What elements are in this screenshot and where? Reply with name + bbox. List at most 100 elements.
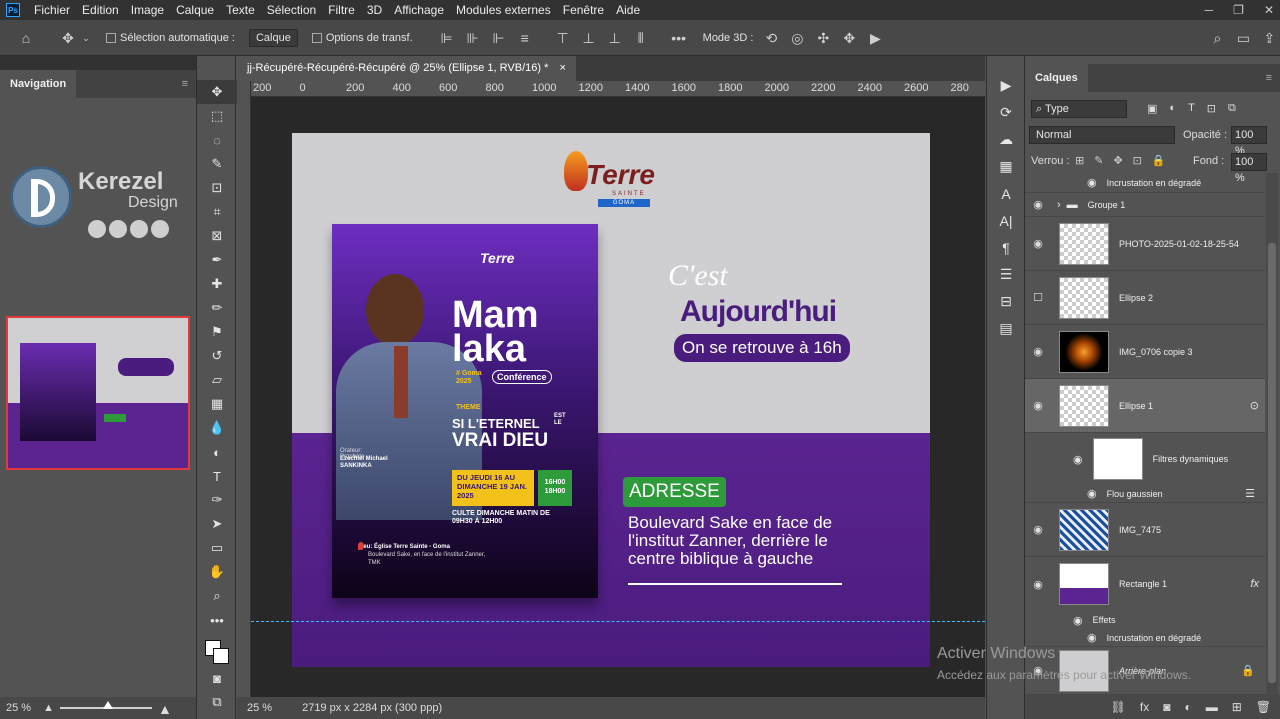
filter-smart-icon[interactable]: ⧉: [1228, 102, 1236, 115]
lasso-tool[interactable]: ◌: [197, 128, 237, 152]
delete-layer-icon[interactable]: 🗑: [1256, 700, 1271, 714]
toolbar-collapse[interactable]: [197, 56, 235, 80]
close-tab-icon[interactable]: ×: [559, 62, 565, 74]
layer-effects[interactable]: ◉ Effets: [1025, 611, 1265, 629]
menu-edition[interactable]: Edition: [76, 0, 125, 20]
blur-tool[interactable]: 💧: [197, 416, 237, 440]
move-tool-icon[interactable]: ✥: [60, 30, 76, 46]
menu-calque[interactable]: Calque: [170, 0, 220, 20]
menu-modules[interactable]: Modules externes: [450, 0, 557, 20]
share-icon[interactable]: ⇪: [1261, 30, 1277, 46]
swatches-icon[interactable]: ▦: [987, 153, 1025, 180]
guide-line[interactable]: [251, 621, 985, 622]
effect-eye-icon[interactable]: ◉: [1087, 176, 1097, 189]
stamp-tool[interactable]: ⚑: [197, 320, 237, 344]
workspace-icon[interactable]: ▭: [1235, 30, 1251, 46]
adjustment-layer-icon[interactable]: ◐: [1184, 700, 1191, 714]
minimize-icon[interactable]: ─: [1205, 0, 1214, 20]
filter-shape-icon[interactable]: ⊡: [1207, 102, 1216, 115]
layer-effect-gradient[interactable]: ◉ Incrustation en dégradé: [1025, 629, 1265, 647]
lock-position-icon[interactable]: ✥: [1113, 154, 1122, 167]
layers-scroll-thumb[interactable]: [1268, 243, 1276, 683]
more-tools-icon[interactable]: •••: [197, 608, 237, 632]
layer-filter-dropdown[interactable]: ⌕ Type: [1031, 100, 1127, 118]
filter-pixel-icon[interactable]: ▣: [1147, 102, 1157, 115]
layer-effect-gradient-top[interactable]: ◉ Incrustation en dégradé: [1025, 173, 1265, 193]
layer-gaussian-blur[interactable]: ◉ Flou gaussien ☰: [1025, 485, 1265, 503]
menu-selection[interactable]: Sélection: [261, 0, 322, 20]
transform-checkbox[interactable]: [311, 32, 322, 43]
marquee-tool[interactable]: ⬚: [197, 104, 237, 128]
3d-slide-icon[interactable]: ✥: [841, 30, 857, 46]
zoom-out-icon[interactable]: ▲: [43, 702, 54, 714]
path-select-tool[interactable]: ➤: [197, 512, 237, 536]
menu-texte[interactable]: Texte: [220, 0, 261, 20]
layers-tab[interactable]: Calques: [1025, 64, 1088, 92]
visibility-eye-icon[interactable]: ◉: [1025, 345, 1051, 358]
history-brush-tool[interactable]: ↺: [197, 344, 237, 368]
properties-icon[interactable]: ⊟: [987, 288, 1025, 315]
expand-chevron-icon[interactable]: ›: [1057, 199, 1061, 211]
visibility-eye-icon[interactable]: ◉: [1025, 198, 1051, 211]
align-left-icon[interactable]: ⊫: [439, 30, 455, 46]
align-middle-icon[interactable]: ≡: [517, 30, 533, 46]
layer-group-1[interactable]: ◉ › ▬ Groupe 1: [1025, 193, 1265, 217]
canvas-artboard[interactable]: Terre SAINTE GOMA C'est Aujourd'hui On s…: [292, 133, 930, 667]
new-layer-icon[interactable]: ⊞: [1232, 700, 1242, 714]
eyedropper-tool[interactable]: ✒: [197, 248, 237, 272]
close-icon[interactable]: ✕: [1264, 0, 1274, 20]
layer-ellipse-2[interactable]: ☐ Ellipse 2: [1025, 271, 1265, 325]
effects-eye-icon[interactable]: ◉: [1073, 614, 1083, 627]
move-tool[interactable]: ✥: [197, 80, 237, 104]
menu-filtre[interactable]: Filtre: [322, 0, 361, 20]
3d-orbit-icon[interactable]: ⟲: [763, 30, 779, 46]
fill-input[interactable]: 100 %: [1231, 153, 1267, 184]
align-right-icon[interactable]: ⊩: [491, 30, 507, 46]
layers-scrollbar[interactable]: [1266, 173, 1278, 695]
type-tool[interactable]: T: [197, 464, 237, 488]
menu-affichage[interactable]: Affichage: [388, 0, 450, 20]
lock-pixels-icon[interactable]: ✎: [1094, 154, 1103, 167]
home-icon[interactable]: ⌂: [18, 30, 34, 46]
quick-mask-icon[interactable]: ◙: [197, 666, 237, 690]
restore-icon[interactable]: ❐: [1233, 0, 1244, 20]
quick-select-tool[interactable]: ✎: [197, 152, 237, 176]
dodge-tool[interactable]: ◐: [197, 440, 237, 464]
libraries-icon[interactable]: ▤: [987, 315, 1025, 342]
crop-tool[interactable]: ⌗: [197, 200, 237, 224]
add-mask-icon[interactable]: ◙: [1163, 700, 1170, 714]
add-style-icon[interactable]: fx: [1140, 700, 1149, 714]
layer-rectangle-1[interactable]: ◉ Rectangle 1 fx: [1025, 557, 1265, 611]
navigation-zoom-value[interactable]: 25 %: [6, 702, 31, 714]
brush-settings-icon[interactable]: ☁: [987, 126, 1025, 153]
lock-all-icon[interactable]: 🔒: [1152, 154, 1166, 167]
healing-tool[interactable]: ✚: [197, 272, 237, 296]
distribute-bottom-icon[interactable]: ⊥: [607, 30, 623, 46]
fx-icon[interactable]: fx: [1250, 578, 1259, 590]
artboard-tool[interactable]: ⊡: [197, 176, 237, 200]
3d-camera-icon[interactable]: ▶: [867, 30, 883, 46]
zoom-tool[interactable]: ⌕: [197, 584, 237, 608]
menu-fichier[interactable]: Fichier: [28, 0, 76, 20]
effect-eye-icon[interactable]: ◉: [1087, 631, 1097, 644]
new-group-icon[interactable]: ▬: [1206, 700, 1218, 714]
shape-tool[interactable]: ▭: [197, 536, 237, 560]
auto-select-checkbox[interactable]: [106, 32, 116, 43]
visibility-eye-icon[interactable]: ◉: [1025, 523, 1051, 536]
char-style-icon[interactable]: A|: [987, 207, 1025, 234]
layers-menu-icon[interactable]: ≡: [1266, 72, 1272, 84]
layer-photo[interactable]: ◉ PHOTO-2025-01-02-18-25-54: [1025, 217, 1265, 271]
play-actions-icon[interactable]: ▶: [987, 72, 1025, 99]
navigation-tab[interactable]: Navigation: [0, 70, 77, 98]
eraser-tool[interactable]: ▱: [197, 368, 237, 392]
panel-menu-icon[interactable]: ≡: [182, 78, 188, 90]
distribute-h-icon[interactable]: ⫴: [633, 30, 649, 46]
status-zoom[interactable]: 25 %: [247, 702, 272, 714]
hand-tool[interactable]: ✋: [197, 560, 237, 584]
distribute-mid-icon[interactable]: ⊥: [581, 30, 597, 46]
distribute-top-icon[interactable]: ⊤: [555, 30, 571, 46]
search-icon[interactable]: ⌕: [1209, 30, 1225, 46]
filter-type-icon[interactable]: T: [1188, 102, 1195, 115]
zoom-in-icon[interactable]: ▲: [158, 701, 172, 717]
visibility-eye-icon[interactable]: ◉: [1025, 399, 1051, 412]
